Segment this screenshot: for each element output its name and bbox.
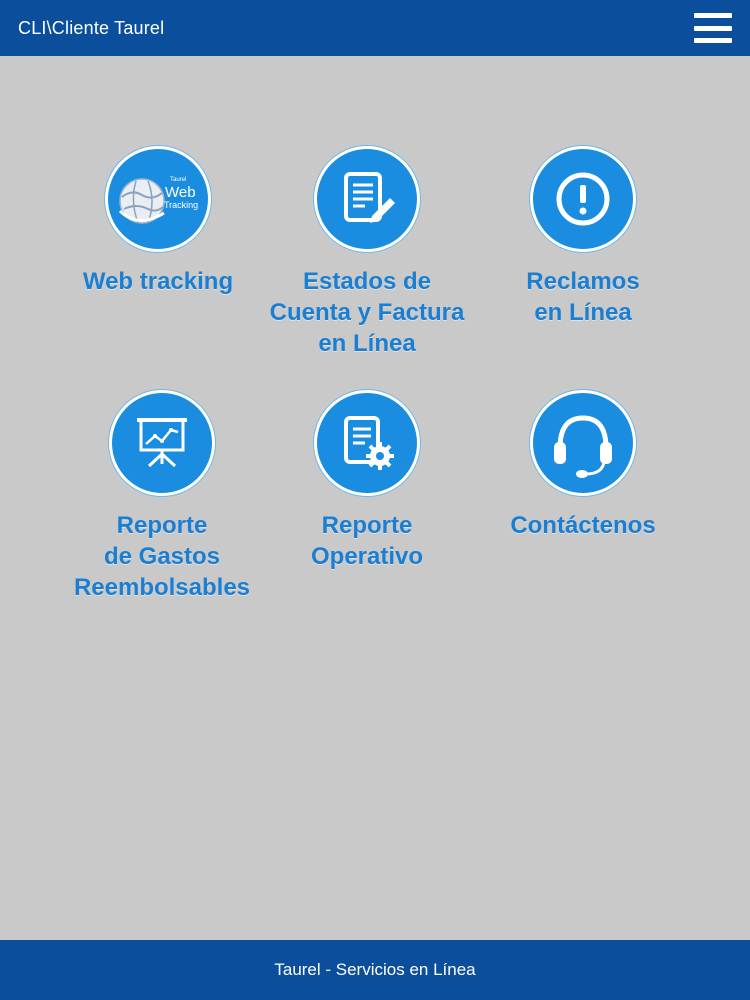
- tile-web-tracking[interactable]: Taurel Web Tracking Web tracking: [48, 146, 268, 297]
- menu-line: [694, 13, 732, 18]
- dashboard-grid: Taurel Web Tracking Web tracking Estados…: [0, 56, 750, 940]
- tile-label: Web tracking: [83, 266, 233, 297]
- label-line: Operativo: [310, 543, 424, 570]
- menu-line: [694, 38, 732, 43]
- tile-estados-cuenta[interactable]: Estados de Cuenta y Factura en Línea: [257, 146, 477, 359]
- tile-reporte-operativo[interactable]: Reporte Operativo: [257, 390, 477, 572]
- menu-line: [694, 25, 732, 31]
- label-line: Cuenta y Factura: [269, 299, 465, 326]
- web-tracking-word-tracking: Tracking: [164, 200, 198, 210]
- tile-label: Reporte Operativo: [311, 510, 423, 572]
- document-edit-icon: [314, 146, 420, 252]
- web-tracking-word-web: Web: [165, 184, 196, 201]
- tile-gastos-reembolsables[interactable]: Reporte de Gastos Reembolsables: [52, 390, 272, 603]
- exclamation-icon: [530, 146, 636, 252]
- footer-bar: Taurel - Servicios en Línea: [0, 940, 750, 1000]
- label-line: Contáctenos: [510, 512, 656, 539]
- hamburger-menu-icon[interactable]: [694, 13, 732, 43]
- web-tracking-brand: Taurel: [170, 177, 186, 183]
- label-line: de Gastos: [103, 543, 221, 570]
- label-line: Web tracking: [82, 268, 234, 295]
- presentation-chart-icon: [109, 390, 215, 496]
- tile-label: Reporte de Gastos Reembolsables: [74, 510, 250, 603]
- tile-contactenos[interactable]: Contáctenos: [473, 390, 693, 541]
- label-line: Reclamos: [526, 268, 640, 295]
- tile-label: Contáctenos: [510, 510, 655, 541]
- label-line: Reporte: [321, 512, 413, 539]
- top-app-bar: CLI\Cliente Taurel: [0, 0, 750, 56]
- app-title: CLI\Cliente Taurel: [18, 17, 165, 38]
- label-line: en Línea: [534, 299, 632, 326]
- footer-text: Taurel - Servicios en Línea: [274, 960, 476, 979]
- label-line: en Línea: [318, 330, 416, 357]
- tile-reclamos[interactable]: Reclamos en Línea: [473, 146, 693, 328]
- label-line: Reembolsables: [73, 574, 251, 601]
- label-line: Reporte: [116, 512, 208, 539]
- headset-icon: [530, 390, 636, 496]
- label-line: Estados de: [302, 268, 432, 295]
- document-gear-icon: [314, 390, 420, 496]
- tile-label: Reclamos en Línea: [526, 266, 639, 328]
- tile-label: Estados de Cuenta y Factura en Línea: [270, 266, 465, 359]
- web-tracking-globe-icon: Taurel Web Tracking: [105, 146, 211, 252]
